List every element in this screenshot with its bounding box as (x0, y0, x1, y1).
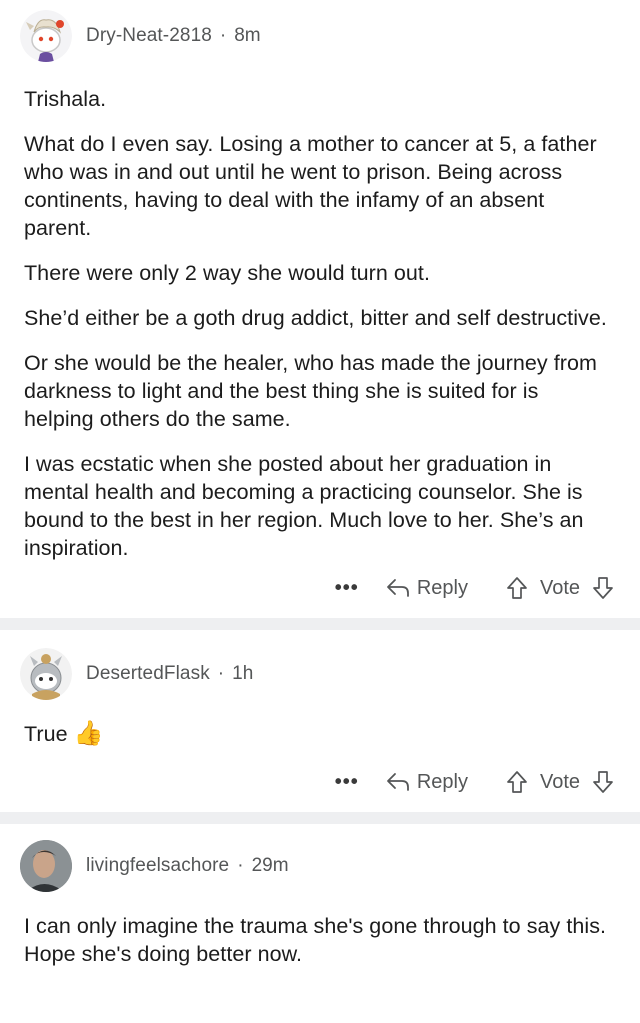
comment-paragraph: I can only imagine the trauma she's gone… (24, 914, 607, 966)
comment-body: Trishala. What do I even say. Losing a m… (0, 62, 640, 562)
separator-dot: · (217, 663, 225, 684)
avatar[interactable] (20, 648, 72, 700)
avatar[interactable] (20, 10, 72, 62)
comment-timestamp: 1h (232, 663, 254, 684)
downvote-arrow-icon[interactable] (592, 770, 614, 794)
vote-control: Vote (506, 576, 614, 600)
comment-paragraph: I was ecstatic when she posted about her… (24, 452, 584, 560)
separator-dot: · (237, 855, 244, 876)
comment-author[interactable]: livingfeelsachore (86, 855, 229, 877)
comment-divider (0, 618, 640, 630)
more-options-icon[interactable]: ••• (335, 577, 359, 600)
more-options-icon[interactable]: ••• (335, 771, 359, 794)
comment-author[interactable]: DesertedFlask (86, 663, 210, 685)
comment-paragraph: Trishala. (24, 87, 107, 111)
comment-paragraph: She’d either be a goth drug addict, bitt… (24, 306, 607, 330)
comment-timestamp: 29m (251, 855, 289, 876)
reply-button[interactable]: Reply (385, 577, 468, 600)
upvote-arrow-icon[interactable] (506, 770, 528, 794)
comment-paragraph: Or she would be the healer, who has made… (24, 351, 597, 431)
comment-paragraph: True 👍 (24, 720, 614, 748)
reply-arrow-icon (386, 773, 409, 791)
reply-arrow-icon (386, 579, 409, 597)
vote-label: Vote (539, 576, 580, 599)
comment-timestamp: 8m (234, 25, 261, 46)
downvote-arrow-icon[interactable] (592, 576, 614, 600)
comment-actions: ••• Reply Vote (0, 568, 640, 608)
comment: DesertedFlask · 1h True 👍 ••• Reply Vote (0, 630, 640, 812)
comment-header: livingfeelsachore · 29m (0, 840, 640, 892)
vote-control: Vote (506, 770, 614, 794)
upvote-arrow-icon[interactable] (506, 576, 528, 600)
comment-header: Dry-Neat-2818 · 8m (0, 10, 640, 62)
comment-text: True (24, 722, 68, 746)
separator-dot: · (219, 25, 227, 46)
avatar[interactable] (20, 840, 72, 892)
comment-body: True 👍 (0, 700, 640, 748)
comment-author[interactable]: Dry-Neat-2818 (86, 25, 212, 47)
reply-label: Reply (416, 576, 468, 599)
reply-button[interactable]: Reply (385, 771, 468, 794)
reply-label: Reply (416, 770, 468, 793)
comment-actions: ••• Reply Vote (0, 762, 640, 802)
comment: Dry-Neat-2818 · 8m Trishala. What do I e… (0, 0, 640, 618)
comment: livingfeelsachore · 29m I can only imagi… (0, 824, 640, 968)
comment-divider (0, 812, 640, 824)
comment-body: I can only imagine the trauma she's gone… (0, 892, 640, 968)
comment-paragraph: There were only 2 way she would turn out… (24, 261, 430, 285)
vote-label: Vote (539, 770, 580, 793)
thumbs-up-emoji: 👍 (73, 720, 104, 747)
comment-paragraph: What do I even say. Losing a mother to c… (24, 132, 597, 240)
comment-header: DesertedFlask · 1h (0, 648, 640, 700)
